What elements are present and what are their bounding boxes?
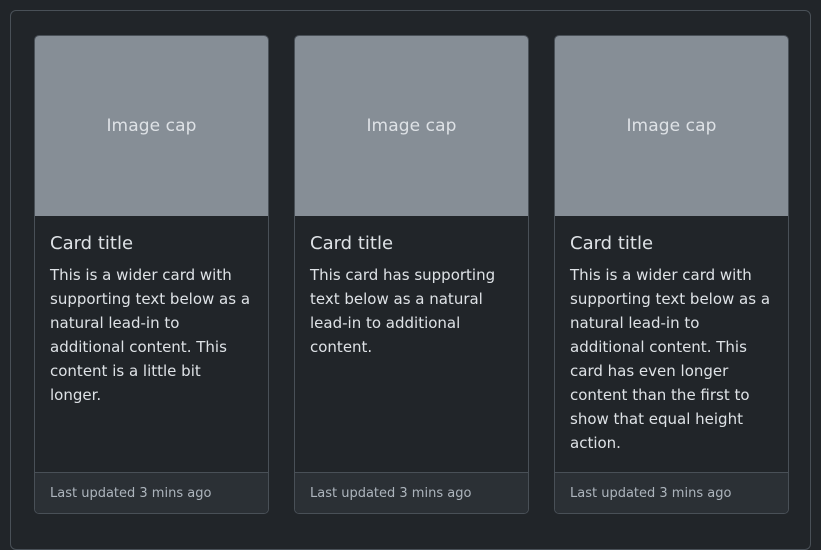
- image-cap-label: Image cap: [626, 116, 717, 136]
- image-cap-label: Image cap: [106, 116, 197, 136]
- card-footer: Last updated 3 mins ago: [35, 472, 268, 513]
- image-cap-label: Image cap: [366, 116, 457, 136]
- card-image-placeholder: Image cap: [35, 36, 268, 216]
- card-2: Image cap Card title This card has suppo…: [294, 35, 529, 514]
- card-body: Card title This card has supporting text…: [295, 216, 528, 472]
- card-group: Image cap Card title This is a wider car…: [34, 35, 789, 514]
- card-text: This is a wider card with supporting tex…: [50, 266, 251, 404]
- card-text: This card has supporting text below as a…: [310, 266, 496, 356]
- card-text: This is a wider card with supporting tex…: [570, 266, 771, 452]
- card-3: Image cap Card title This is a wider car…: [554, 35, 789, 514]
- card-body: Card title This is a wider card with sup…: [35, 216, 268, 472]
- card-1: Image cap Card title This is a wider car…: [34, 35, 269, 514]
- card-footer: Last updated 3 mins ago: [555, 472, 788, 513]
- card-title: Card title: [50, 233, 134, 254]
- card-body: Card title This is a wider card with sup…: [555, 216, 788, 472]
- last-updated-text: Last updated 3 mins ago: [50, 486, 212, 501]
- card-image-placeholder: Image cap: [555, 36, 788, 216]
- card-footer: Last updated 3 mins ago: [295, 472, 528, 513]
- last-updated-text: Last updated 3 mins ago: [310, 486, 472, 501]
- card-image-placeholder: Image cap: [295, 36, 528, 216]
- card-title: Card title: [310, 233, 394, 254]
- card-title: Card title: [570, 233, 654, 254]
- last-updated-text: Last updated 3 mins ago: [570, 486, 732, 501]
